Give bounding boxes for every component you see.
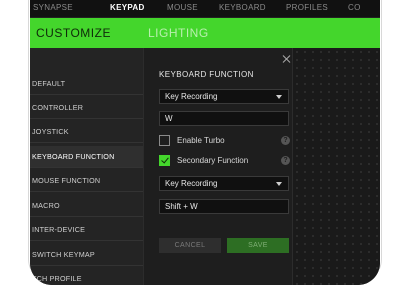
nav-co[interactable]: CO — [348, 3, 361, 12]
cancel-button[interactable]: CANCEL — [159, 238, 221, 253]
enable-turbo-label: Enable Turbo — [177, 136, 225, 145]
nav-mouse[interactable]: MOUSE — [167, 3, 198, 12]
divider — [30, 240, 143, 241]
nav-synapse[interactable]: SYNAPSE — [33, 3, 73, 12]
sidebar-item-label: DEFAULT — [32, 79, 66, 88]
sidebar-item-label: INTER-DEVICE — [32, 225, 86, 234]
sidebar-item-label: JOYSTICK — [32, 127, 69, 136]
close-icon[interactable] — [282, 54, 292, 64]
sidebar-item-switch-profile[interactable]: TCH PROFILE — [30, 268, 143, 285]
dropdown-value: Key Recording — [165, 179, 218, 188]
sidebar-item-label: TCH PROFILE — [32, 274, 82, 283]
divider — [30, 142, 143, 143]
panel-title: KEYBOARD FUNCTION — [159, 70, 254, 79]
help-icon[interactable]: ? — [281, 136, 290, 145]
sidebar-item-controller[interactable]: CONTROLLER — [30, 97, 143, 119]
chevron-down-icon — [276, 95, 282, 99]
divider — [30, 265, 143, 266]
sidebar-item-label: MOUSE FUNCTION — [32, 176, 101, 185]
top-nav: SYNAPSE KEYPAD MOUSE KEYBOARD PROFILES C… — [30, 0, 380, 18]
sidebar-item-switch-keymap[interactable]: SWITCH KEYMAP — [30, 244, 143, 266]
keypad-preview-area — [293, 48, 380, 285]
keyboard-function-panel: KEYBOARD FUNCTION Key Recording W Enable… — [143, 48, 293, 285]
sidebar-item-label: SWITCH KEYMAP — [32, 250, 95, 259]
sidebar-item-label: KEYBOARD FUNCTION — [32, 152, 115, 161]
secondary-function-row: Secondary Function ? — [159, 155, 290, 167]
nav-keyboard[interactable]: KEYBOARD — [219, 3, 266, 12]
nav-profiles[interactable]: PROFILES — [286, 3, 328, 12]
divider — [30, 191, 143, 192]
tab-lighting[interactable]: LIGHTING — [148, 26, 209, 40]
help-icon[interactable]: ? — [281, 156, 290, 165]
divider — [30, 118, 143, 119]
secondary-function-dropdown[interactable]: Key Recording — [159, 176, 289, 191]
save-button[interactable]: SAVE — [227, 238, 289, 253]
divider — [30, 94, 143, 95]
dropdown-value: Key Recording — [165, 92, 218, 101]
sidebar-item-mouse-function[interactable]: MOUSE FUNCTION — [30, 170, 143, 192]
divider — [30, 216, 143, 217]
secondary-function-checkbox[interactable] — [159, 155, 170, 166]
sidebar-item-joystick[interactable]: JOYSTICK — [30, 121, 143, 143]
sidebar-item-label: MACRO — [32, 201, 60, 210]
enable-turbo-row: Enable Turbo ? — [159, 135, 290, 147]
divider — [30, 167, 143, 168]
function-type-dropdown[interactable]: Key Recording — [159, 89, 289, 104]
function-sidebar: DEFAULT CONTROLLER JOYSTICK KEYBOARD FUN… — [30, 48, 143, 285]
sidebar-item-inter-device[interactable]: INTER-DEVICE — [30, 219, 143, 241]
enable-turbo-checkbox[interactable] — [159, 135, 170, 146]
checkmark-icon — [161, 155, 169, 164]
secondary-key-input[interactable]: Shift + W — [159, 199, 289, 214]
chevron-down-icon — [276, 182, 282, 186]
device-mockup: SYNAPSE KEYPAD MOUSE KEYBOARD PROFILES C… — [0, 0, 405, 285]
key-input[interactable]: W — [159, 111, 289, 126]
sidebar-item-default[interactable]: DEFAULT — [30, 73, 143, 95]
sidebar-item-keyboard-function[interactable]: KEYBOARD FUNCTION — [30, 146, 143, 168]
section-header: CUSTOMIZE LIGHTING — [30, 18, 380, 48]
secondary-function-label: Secondary Function — [177, 156, 249, 165]
nav-keypad[interactable]: KEYPAD — [110, 3, 145, 12]
app-screen: SYNAPSE KEYPAD MOUSE KEYBOARD PROFILES C… — [30, 0, 380, 285]
sidebar-item-macro[interactable]: MACRO — [30, 195, 143, 217]
sidebar-item-label: CONTROLLER — [32, 103, 84, 112]
tab-customize[interactable]: CUSTOMIZE — [36, 26, 111, 40]
